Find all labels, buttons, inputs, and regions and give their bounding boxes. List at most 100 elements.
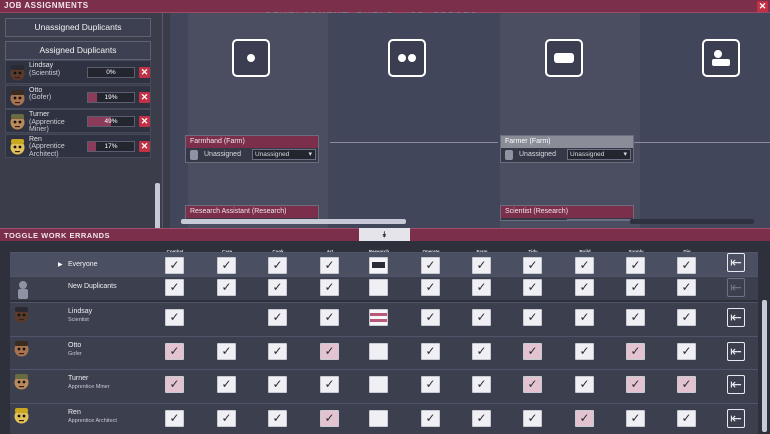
duplicant-row[interactable]: Otto (Gofer) 19% ✕ bbox=[5, 84, 151, 109]
row-operate-checkbox[interactable]: ✓ bbox=[421, 279, 440, 296]
row-research-checkbox[interactable] bbox=[369, 309, 388, 326]
job-slot[interactable]: Farmhand (Farm) Unassigned Unassigned bbox=[185, 135, 319, 163]
row-cook-checkbox[interactable]: ✓ bbox=[268, 376, 287, 393]
row-care-checkbox[interactable]: ✓ bbox=[217, 343, 236, 360]
row-build-checkbox[interactable]: ✓ bbox=[575, 343, 594, 360]
row-combat-checkbox[interactable]: ✓ bbox=[165, 410, 184, 427]
remove-icon[interactable]: ✕ bbox=[139, 67, 150, 78]
row-tidy-checkbox[interactable]: ✓ bbox=[523, 376, 542, 393]
job-slot[interactable]: Scientist (Research)Lindsay 0% bbox=[500, 205, 634, 221]
everyone-build-checkbox[interactable]: ✓ bbox=[575, 257, 594, 274]
row-research-checkbox[interactable] bbox=[369, 410, 388, 427]
priority-reset-icon[interactable]: ⇤ bbox=[727, 375, 745, 394]
row-dig-checkbox[interactable]: ✓ bbox=[677, 309, 696, 326]
unassigned-duplicants-button[interactable]: Unassigned Duplicants bbox=[5, 18, 151, 37]
everyone-operate-checkbox[interactable]: ✓ bbox=[421, 257, 440, 274]
row-cook-checkbox[interactable]: ✓ bbox=[268, 343, 287, 360]
everyone-combat-checkbox[interactable]: ✓ bbox=[165, 257, 184, 274]
duplicant-name: Lindsay (Scientist) bbox=[29, 62, 61, 77]
close-icon[interactable]: ✕ bbox=[757, 1, 768, 12]
row-operate-checkbox[interactable]: ✓ bbox=[421, 309, 440, 326]
row-art-checkbox[interactable]: ✓ bbox=[320, 376, 339, 393]
row-build-checkbox[interactable]: ✓ bbox=[575, 309, 594, 326]
duplicant-role: (Apprentice Architect) bbox=[29, 143, 65, 158]
row-art-checkbox[interactable]: ✓ bbox=[320, 410, 339, 427]
everyone-supply-checkbox[interactable]: ✓ bbox=[626, 257, 645, 274]
row-tidy-checkbox[interactable]: ✓ bbox=[523, 279, 542, 296]
chart-scroll-track bbox=[630, 219, 754, 224]
errand-row-role: Gofer bbox=[68, 351, 82, 357]
row-supply-checkbox[interactable]: ✓ bbox=[626, 376, 645, 393]
priority-reset-icon[interactable]: ⇤ bbox=[727, 409, 745, 428]
remove-icon[interactable]: ✕ bbox=[139, 116, 150, 127]
row-care-checkbox[interactable]: ✓ bbox=[217, 376, 236, 393]
row-combat-checkbox[interactable]: ✓ bbox=[165, 279, 184, 296]
double-chevron-down-icon[interactable]: ⯯ bbox=[359, 228, 410, 241]
duplicant-silhouette-icon bbox=[190, 150, 198, 160]
job-slot[interactable]: Farmer (Farm) Unassigned Unassigned bbox=[500, 135, 634, 163]
row-farm-checkbox[interactable]: ✓ bbox=[472, 279, 491, 296]
row-farm-checkbox[interactable]: ✓ bbox=[472, 343, 491, 360]
row-art-checkbox[interactable]: ✓ bbox=[320, 343, 339, 360]
row-tidy-checkbox[interactable]: ✓ bbox=[523, 343, 542, 360]
row-dig-checkbox[interactable]: ✓ bbox=[677, 410, 696, 427]
remove-icon[interactable]: ✕ bbox=[139, 140, 150, 152]
row-research-checkbox[interactable] bbox=[369, 376, 388, 393]
row-care-checkbox[interactable]: ✓ bbox=[217, 279, 236, 296]
everyone-research-checkbox[interactable] bbox=[369, 257, 388, 274]
row-farm-checkbox[interactable]: ✓ bbox=[472, 309, 491, 326]
assign-dropdown[interactable]: 0% bbox=[567, 219, 631, 220]
errand-scrollbar[interactable] bbox=[762, 300, 767, 432]
row-research-checkbox[interactable] bbox=[369, 279, 388, 296]
row-research-checkbox[interactable] bbox=[369, 343, 388, 360]
row-cook-checkbox[interactable]: ✓ bbox=[268, 279, 287, 296]
row-dig-checkbox[interactable]: ✓ bbox=[677, 343, 696, 360]
row-care-checkbox[interactable]: ✓ bbox=[217, 410, 236, 427]
row-build-checkbox[interactable]: ✓ bbox=[575, 376, 594, 393]
assign-dropdown[interactable]: Unassigned bbox=[252, 149, 316, 160]
row-tidy-checkbox[interactable]: ✓ bbox=[523, 309, 542, 326]
expand-arrow-icon[interactable]: ▶ bbox=[58, 261, 63, 268]
row-farm-checkbox[interactable]: ✓ bbox=[472, 410, 491, 427]
row-cook-checkbox[interactable]: ✓ bbox=[268, 309, 287, 326]
priority-reset-icon[interactable]: ⇤ bbox=[727, 342, 745, 361]
row-supply-checkbox[interactable]: ✓ bbox=[626, 410, 645, 427]
everyone-cook-checkbox[interactable]: ✓ bbox=[268, 257, 287, 274]
row-tidy-checkbox[interactable]: ✓ bbox=[523, 410, 542, 427]
duplicant-row[interactable]: Turner (Apprentice Miner) 49% ✕ bbox=[5, 109, 151, 133]
everyone-art-checkbox[interactable]: ✓ bbox=[320, 257, 339, 274]
row-supply-checkbox[interactable]: ✓ bbox=[626, 343, 645, 360]
row-cook-checkbox[interactable]: ✓ bbox=[268, 410, 287, 427]
duplicant-silhouette-icon bbox=[505, 150, 513, 160]
row-combat-checkbox[interactable]: ✓ bbox=[165, 343, 184, 360]
priority-reset-icon[interactable]: ⇤ bbox=[727, 308, 745, 327]
row-dig-checkbox[interactable]: ✓ bbox=[677, 376, 696, 393]
row-supply-checkbox[interactable]: ✓ bbox=[626, 279, 645, 296]
everyone-tidy-checkbox[interactable]: ✓ bbox=[523, 257, 542, 274]
row-supply-checkbox[interactable]: ✓ bbox=[626, 309, 645, 326]
priority-reset-icon[interactable]: ⇤ bbox=[727, 253, 745, 272]
row-dig-checkbox[interactable]: ✓ bbox=[677, 279, 696, 296]
chart-horizontal-scrollbar[interactable] bbox=[181, 219, 406, 224]
row-operate-checkbox[interactable]: ✓ bbox=[421, 410, 440, 427]
priority-reset-icon[interactable]: ⇤ bbox=[727, 278, 745, 297]
window-title: JOB ASSIGNMENTS bbox=[4, 1, 89, 10]
row-operate-checkbox[interactable]: ✓ bbox=[421, 376, 440, 393]
row-operate-checkbox[interactable]: ✓ bbox=[421, 343, 440, 360]
errand-row-name: Turner bbox=[68, 375, 89, 382]
row-build-checkbox[interactable]: ✓ bbox=[575, 279, 594, 296]
row-combat-checkbox[interactable]: ✓ bbox=[165, 309, 184, 326]
duplicant-avatar bbox=[12, 305, 34, 327]
duplicant-row[interactable]: Ren (Apprentice Architect) 17% ✕ bbox=[5, 133, 151, 158]
assign-dropdown[interactable]: Unassigned bbox=[567, 149, 631, 160]
row-art-checkbox[interactable]: ✓ bbox=[320, 279, 339, 296]
everyone-care-checkbox[interactable]: ✓ bbox=[217, 257, 236, 274]
remove-icon[interactable]: ✕ bbox=[139, 91, 150, 103]
duplicant-row[interactable]: Lindsay (Scientist) 0% ✕ bbox=[5, 60, 151, 84]
row-combat-checkbox[interactable]: ✓ bbox=[165, 376, 184, 393]
row-farm-checkbox[interactable]: ✓ bbox=[472, 376, 491, 393]
everyone-dig-checkbox[interactable]: ✓ bbox=[677, 257, 696, 274]
everyone-farm-checkbox[interactable]: ✓ bbox=[472, 257, 491, 274]
row-build-checkbox[interactable]: ✓ bbox=[575, 410, 594, 427]
row-art-checkbox[interactable]: ✓ bbox=[320, 309, 339, 326]
